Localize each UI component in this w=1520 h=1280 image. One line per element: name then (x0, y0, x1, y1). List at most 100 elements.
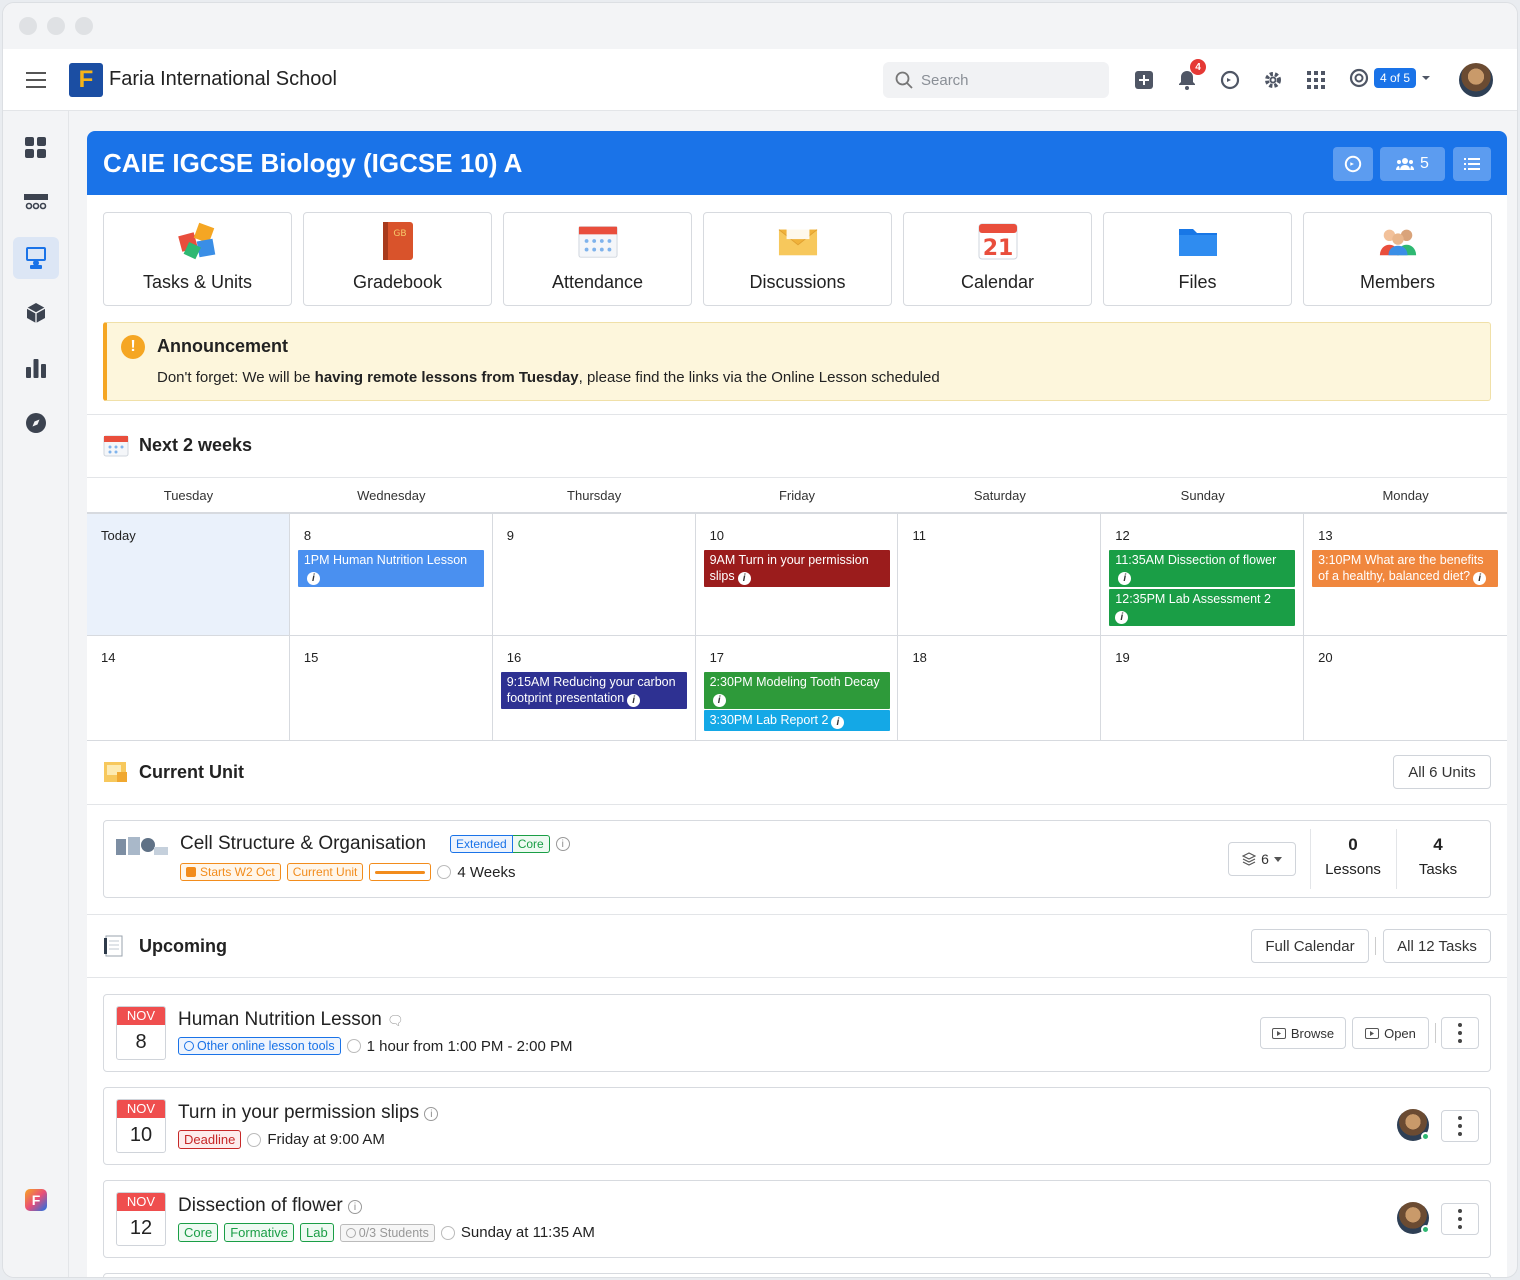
tag-deadline: Deadline (178, 1130, 242, 1149)
tile-calendar[interactable]: 21 Calendar (903, 212, 1092, 306)
sidebar-classes-icon[interactable] (13, 182, 59, 224)
tag-online-tools[interactable]: Other online lesson tools (178, 1037, 341, 1055)
tile-gradebook[interactable]: GB Gradebook (303, 212, 492, 306)
calendar-day[interactable]: 12 11:35AM Dissection of flower i 12:35PM… (1101, 514, 1305, 635)
full-calendar-button[interactable]: Full Calendar (1251, 929, 1369, 963)
all-tasks-button[interactable]: All 12 Tasks (1383, 929, 1491, 963)
tag-online-tools-text: Other online lesson tools (197, 1039, 335, 1053)
calendar-day-today[interactable]: Today (87, 514, 290, 635)
unit-thumbnail (116, 835, 170, 857)
calendar-day[interactable]: 8 1PM Human Nutrition Lesson i (290, 514, 493, 635)
calendar-event[interactable]: 1PM Human Nutrition Lesson i (297, 550, 484, 587)
school-switcher[interactable]: 4 of 5 (1349, 68, 1431, 88)
unit-layers-dropdown[interactable]: 6 (1228, 842, 1296, 876)
tile-tasks-units[interactable]: Tasks & Units (103, 212, 292, 306)
notifications-bell-icon[interactable]: 4 (1174, 59, 1206, 93)
open-button[interactable]: Open (1352, 1017, 1429, 1049)
info-icon[interactable]: i (627, 694, 641, 707)
info-icon[interactable]: i (831, 716, 845, 729)
info-icon[interactable]: i (737, 572, 751, 585)
window-close-dot[interactable] (19, 17, 37, 35)
upcoming-item-title[interactable]: Turn in your permission slips i (178, 1102, 439, 1124)
menu-icon[interactable] (3, 71, 69, 89)
upcoming-item[interactable]: NOV 8 Human Nutrition Lesson 🗨 Other onl… (103, 994, 1491, 1072)
calendar-event[interactable]: 2:30PM Modeling Tooth Decay i (703, 672, 890, 709)
calendar-event[interactable]: 9AM Turn in your permission slips i (703, 550, 890, 587)
tag-current-unit: Current Unit (286, 863, 364, 881)
upcoming-item[interactable]: NOV 12 Dissection of flower i Core Forma… (103, 1180, 1491, 1258)
assignee-avatar[interactable] (1397, 1202, 1430, 1234)
unit-card[interactable]: Cell Structure & Organisation Extended C… (103, 820, 1491, 898)
calendar-event[interactable]: 3:30PM Lab Report 2i (703, 710, 890, 731)
unit-meta: Starts W2 Oct Current Unit 4 Weeks (180, 863, 515, 881)
class-members-button[interactable]: 5 (1380, 147, 1445, 181)
calendar-event[interactable]: 3:10PM What are the benefits of a health… (1312, 550, 1499, 587)
calendar-day[interactable]: 13 3:10PM What are the benefits of a hea… (1304, 514, 1507, 635)
browse-button[interactable]: Browse (1260, 1017, 1346, 1049)
sidebar-dashboard-icon[interactable] (13, 127, 59, 169)
settings-gear-icon[interactable] (1260, 67, 1286, 93)
class-messages-button[interactable] (1333, 147, 1373, 181)
upcoming-item-title[interactable]: Dissection of flower i (178, 1195, 363, 1217)
lessons-stat[interactable]: 0 Lessons (1310, 835, 1396, 878)
tile-attendance[interactable]: Attendance (503, 212, 692, 306)
tile-members[interactable]: Members (1303, 212, 1492, 306)
date-month: NOV (117, 1007, 165, 1025)
faria-brand-icon[interactable]: F (25, 1189, 47, 1211)
info-icon[interactable]: i (306, 572, 320, 585)
calendar-day[interactable]: 15 (290, 636, 493, 740)
search-input[interactable]: Search (883, 62, 1109, 98)
sidebar-teaching-icon[interactable] (13, 237, 59, 279)
tile-label: Attendance (551, 272, 644, 292)
info-icon[interactable]: i (424, 1107, 439, 1121)
sidebar-compass-icon[interactable] (13, 402, 59, 444)
window-zoom-dot[interactable] (75, 17, 93, 35)
add-icon[interactable] (1131, 67, 1157, 93)
school-name[interactable]: Faria International School (109, 68, 337, 91)
event-text: 9:15AM Reducing your carbon footprint pr… (506, 675, 676, 705)
upcoming-item-partial[interactable] (103, 1273, 1491, 1277)
info-icon[interactable]: i (1118, 572, 1132, 585)
upcoming-item[interactable]: NOV 10 Turn in your permission slips i D… (103, 1087, 1491, 1165)
sidebar-cube-icon[interactable] (13, 292, 59, 334)
class-list-menu-button[interactable] (1453, 147, 1491, 181)
calendar-day[interactable]: 11 (898, 514, 1102, 635)
calendar-day[interactable]: 10 9AM Turn in your permission slips i (696, 514, 899, 635)
envelope-icon (778, 222, 818, 260)
tasks-stat[interactable]: 4 Tasks (1396, 835, 1480, 878)
calendar-day[interactable]: 17 2:30PM Modeling Tooth Decay i 3:30PM L… (696, 636, 899, 740)
calendar-day[interactable]: 18 (898, 636, 1102, 740)
calendar-day[interactable]: 19 (1101, 636, 1305, 740)
more-options-icon[interactable] (1441, 1203, 1479, 1235)
online-status-dot (1421, 1132, 1430, 1141)
window-minimize-dot[interactable] (47, 17, 65, 35)
search-placeholder: Search (921, 71, 969, 89)
calendar-day[interactable]: 9 (493, 514, 696, 635)
upcoming-item-title[interactable]: Human Nutrition Lesson 🗨 (178, 1009, 404, 1031)
messages-icon[interactable] (1217, 67, 1243, 93)
calendar-event[interactable]: 12:35PM Lab Assessment 2 i (1109, 589, 1296, 626)
unit-name[interactable]: Cell Structure & Organisation (180, 833, 426, 855)
assignee-avatar[interactable] (1397, 1109, 1430, 1141)
all-units-button[interactable]: All 6 Units (1393, 755, 1491, 789)
info-icon[interactable]: i (348, 1200, 363, 1214)
calendar-day[interactable]: 16 9:15AM Reducing your carbon footprint… (493, 636, 696, 740)
sidebar-analytics-icon[interactable] (13, 347, 59, 389)
tile-files[interactable]: Files (1103, 212, 1292, 306)
calendar-day[interactable]: 20 (1304, 636, 1507, 740)
more-options-icon[interactable] (1441, 1017, 1479, 1049)
calendar-event[interactable]: 9:15AM Reducing your carbon footprint pr… (500, 672, 687, 709)
calendar-event[interactable]: 11:35AM Dissection of flower i (1109, 550, 1296, 587)
browse-label: Browse (1290, 1025, 1335, 1041)
apps-grid-icon[interactable] (1303, 67, 1329, 93)
calendar-day[interactable]: 14 (87, 636, 290, 740)
school-logo[interactable]: F (69, 62, 103, 97)
info-icon[interactable]: i (555, 837, 570, 851)
info-icon[interactable]: i (1115, 611, 1129, 624)
list-icon (1464, 158, 1480, 170)
info-icon[interactable]: i (712, 694, 726, 707)
tile-discussions[interactable]: Discussions (703, 212, 892, 306)
user-avatar[interactable] (1459, 63, 1493, 97)
more-options-icon[interactable] (1441, 1110, 1479, 1142)
info-icon[interactable]: i (1473, 572, 1487, 585)
